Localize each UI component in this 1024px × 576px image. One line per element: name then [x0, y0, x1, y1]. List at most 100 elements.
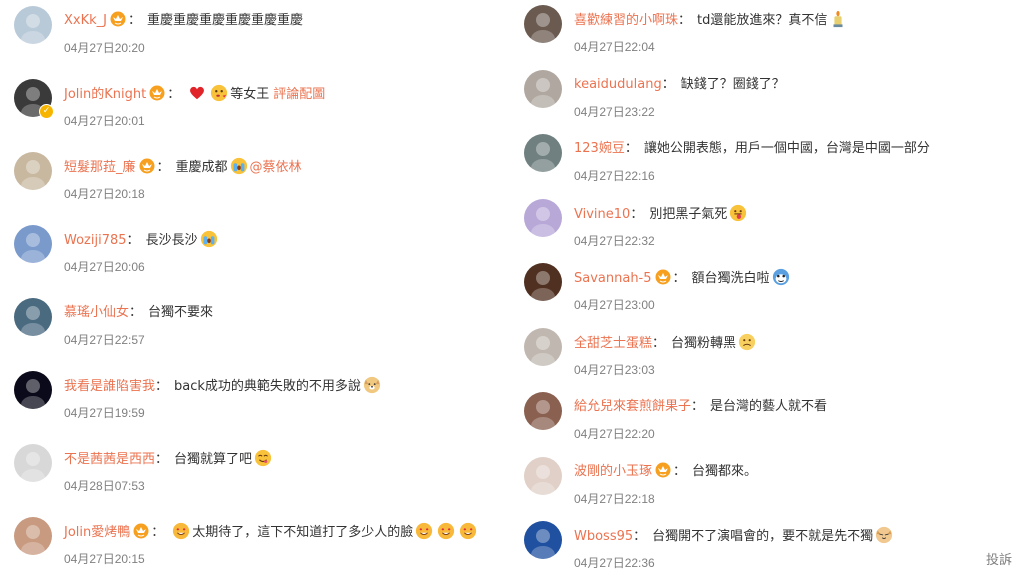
comment-item: Savannah-5 ： 額台獨洗白啦 04月27日23:00	[522, 259, 992, 317]
comment-line: 喜歡練習的小啊珠： td還能放進來？真不信	[574, 10, 849, 31]
comment-item: Jolin愛烤鴨 ： 太期待了，這下不知道打了多少人的臉 04月27日20:15	[12, 513, 502, 571]
cat-icon	[875, 526, 893, 544]
username-link[interactable]: 短髮那菈_廉	[64, 160, 136, 175]
comment-item: 123婉豆： 讓她公開表態，用戶一個中國，台灣是中國一部分 04月27日22:16	[522, 130, 992, 188]
avatar[interactable]	[14, 371, 52, 409]
username-link[interactable]: 123婉豆	[574, 141, 625, 156]
avatar[interactable]	[524, 392, 562, 430]
username-link[interactable]: XxKk_J	[64, 13, 107, 28]
colon-separator: ：	[652, 335, 666, 351]
comment-item: Woziji785： 長沙長沙 04月27日20:06	[12, 221, 502, 279]
colon-separator: ：	[624, 141, 638, 156]
comment-line: 給允兒來套煎餅果子： 是台灣的藝人就不看	[574, 397, 827, 417]
comment-item: XxKk_J ： 重慶重慶重慶重慶重慶重慶 04月27日20:20	[12, 2, 502, 60]
avatar[interactable]	[14, 517, 52, 555]
colon-separator: ：	[155, 452, 169, 467]
avatar[interactable]	[14, 444, 52, 482]
avatar[interactable]	[524, 456, 562, 495]
colon-separator: ：	[691, 399, 705, 414]
colon-separator: ：	[126, 233, 140, 248]
username-link[interactable]: 我看是誰陷害我	[64, 379, 155, 394]
avatar[interactable]	[524, 134, 562, 172]
comment-line: Wboss95： 台獨開不了演唱會的，要不就是先不獨	[574, 526, 895, 547]
comment-item: Wboss95： 台獨開不了演唱會的，要不就是先不獨 04月27日22:36	[522, 517, 992, 575]
comment-item: Vivine10： 別把黑子氣死 04月27日22:32	[522, 195, 992, 253]
candle-icon	[829, 10, 847, 28]
username-link[interactable]: 給允兒來套煎餅果子	[574, 399, 691, 414]
colon-separator: ：	[673, 463, 687, 479]
comment-text: 長沙長沙	[145, 233, 198, 248]
avatar[interactable]	[14, 6, 52, 44]
comment-timestamp: 04月27日22:20	[574, 427, 655, 441]
avatar[interactable]	[524, 521, 562, 559]
avatar[interactable]	[524, 198, 562, 237]
avatar[interactable]	[14, 152, 52, 190]
tongue-icon	[729, 204, 747, 222]
colon-separator: ：	[633, 529, 647, 544]
comment-text: back成功的典範失敗的不用多說	[174, 379, 361, 394]
verified-badge-icon: ✓	[39, 104, 54, 119]
mention-link[interactable]: @蔡依林	[250, 160, 302, 175]
avatar[interactable]	[524, 263, 562, 301]
comment-line: Savannah-5 ： 額台獨洗白啦	[574, 268, 792, 289]
username-link[interactable]: 波剛的小玉琢	[574, 464, 652, 479]
username-link[interactable]: Wboss95	[574, 529, 633, 544]
comment-text: 缺錢了？圈錢了？	[680, 76, 785, 92]
comment-text: 額台獨洗白啦	[691, 271, 770, 286]
avatar[interactable]	[524, 5, 562, 43]
username-link[interactable]: 全甜芝士蛋糕	[574, 336, 652, 351]
colon-separator: ：	[156, 160, 170, 175]
member-badge-icon	[110, 11, 126, 27]
colon-separator: ：	[630, 206, 644, 222]
username-link[interactable]: Woziji785	[64, 233, 127, 248]
colon-separator: ：	[661, 76, 675, 92]
comment-text: 讓她公開表態，用戶一個中國，台灣是中國一部分	[643, 141, 930, 156]
comment-image-link[interactable]: 評論配圖	[273, 87, 325, 102]
username-link[interactable]: Jolin的Knight	[64, 87, 146, 102]
comment-line: Woziji785： 長沙長沙	[64, 230, 220, 251]
comment-timestamp: 04月27日22:57	[64, 333, 145, 347]
comment-line: Vivine10： 別把黑子氣死	[574, 204, 749, 225]
member-badge-icon	[139, 158, 155, 174]
username-link[interactable]: Vivine10	[574, 207, 630, 222]
username-link[interactable]: 慕瑤小仙女	[64, 305, 129, 320]
comment-text: 台獨就算了吧	[174, 452, 253, 467]
comment-line: 短髮那菈_廉 ： 重慶成都 @蔡依林	[64, 157, 302, 178]
comment-text: 別把黑子氣死	[649, 206, 728, 222]
member-badge-icon	[655, 269, 671, 285]
avatar[interactable]	[14, 225, 52, 263]
comment-line: 我看是誰陷害我： back成功的典範失敗的不用多說	[64, 376, 383, 397]
comment-text: 重慶成都	[175, 160, 228, 175]
username-link[interactable]: 喜歡練習的小啊珠	[574, 13, 678, 28]
comment-timestamp: 04月27日20:15	[64, 552, 145, 566]
avatar[interactable]	[524, 69, 562, 108]
comment-timestamp: 04月28日07:53	[64, 479, 145, 493]
username-link[interactable]: Savannah-5	[574, 271, 652, 286]
comment-text: 是台灣的藝人就不看	[710, 399, 828, 414]
comment-text: td還能放進來？真不信	[697, 13, 828, 28]
comment-item: 喜歡練習的小啊珠： td還能放進來？真不信 04月27日22:04	[522, 1, 992, 59]
crying-icon	[230, 157, 248, 175]
username-link[interactable]: Jolin愛烤鴨	[64, 525, 130, 540]
colon-separator: ：	[678, 13, 692, 28]
comment-line: Jolin的Knight ： 等女王 評論配圖	[64, 84, 325, 105]
comment-timestamp: 04月27日20:01	[64, 114, 145, 128]
report-link[interactable]: 投訴	[986, 549, 1012, 568]
comment-text: 重慶重慶重慶重慶重慶重慶	[147, 13, 304, 28]
sad-icon	[738, 333, 756, 351]
comment-item: 短髮那菈_廉 ： 重慶成都 @蔡依林 04月27日20:18	[12, 148, 502, 206]
comment-item: keaidudulang： 缺錢了？圈錢了？ 04月27日23:22	[522, 66, 992, 124]
comment-line: Jolin愛烤鴨 ： 太期待了，這下不知道打了多少人的臉	[64, 522, 479, 543]
comment-timestamp: 04月27日20:06	[64, 260, 145, 274]
avatar[interactable]	[14, 298, 52, 336]
colon-separator: ：	[151, 525, 165, 540]
colon-separator: ：	[129, 305, 143, 320]
member-badge-icon	[655, 462, 671, 478]
comment-line: 波剛的小玉琢 ： 台獨都來。	[574, 462, 757, 482]
comment-line: XxKk_J ： 重慶重慶重慶重慶重慶重慶	[64, 11, 303, 31]
username-link[interactable]: 不是茜茜是西西	[64, 452, 155, 467]
comment-item: 不是茜茜是西西： 台獨就算了吧 04月28日07:53	[12, 440, 502, 498]
hearteyes-icon	[459, 522, 477, 540]
username-link[interactable]: keaidudulang	[574, 77, 662, 92]
avatar[interactable]	[524, 327, 562, 366]
